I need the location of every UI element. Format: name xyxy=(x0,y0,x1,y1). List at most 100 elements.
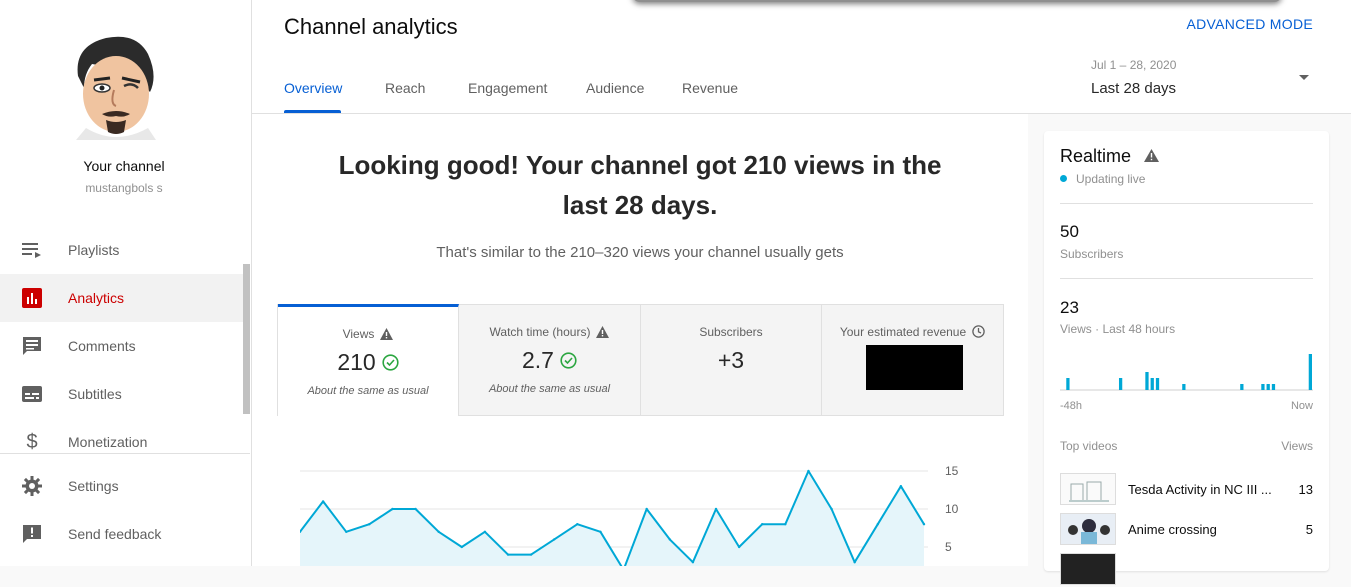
sidebar-item-label: Settings xyxy=(68,478,119,494)
metric-card-watch-time[interactable]: Watch time (hours) 2.7 About the same as… xyxy=(459,305,641,415)
tab-revenue[interactable]: Revenue xyxy=(682,80,738,96)
sidebar-item-settings[interactable]: Settings xyxy=(0,462,248,510)
realtime-bar xyxy=(1240,384,1244,390)
realtime-bar xyxy=(1266,384,1270,390)
realtime-subscribers-value: 50 xyxy=(1060,222,1079,241)
clock-icon xyxy=(972,325,985,338)
top-video-row[interactable]: Anime crossing 5 xyxy=(1060,513,1313,547)
avatar[interactable] xyxy=(66,28,166,140)
overview-headline: Looking good! Your channel got 210 views… xyxy=(338,150,942,220)
metric-note: About the same as usual xyxy=(488,383,611,395)
sidebar-item-analytics[interactable]: Analytics xyxy=(0,274,248,322)
data-point xyxy=(414,507,417,511)
realtime-title: Realtime xyxy=(1060,146,1132,166)
data-point xyxy=(506,553,510,556)
data-point xyxy=(853,561,856,564)
realtime-views-label: Views · Last 48 hours xyxy=(1060,322,1176,336)
metric-title: Your estimated revenue xyxy=(839,325,967,339)
video-thumbnail[interactable] xyxy=(1060,473,1116,505)
data-point xyxy=(391,507,394,511)
sidebar-item-label: Comments xyxy=(68,338,136,354)
realtime-bar xyxy=(1261,384,1265,390)
realtime-bar xyxy=(1155,378,1160,390)
top-video-row[interactable]: Tesda Activity in NC III ... 13 xyxy=(1060,473,1313,507)
sidebar-item-monetization[interactable]: $ Monetization xyxy=(0,418,248,466)
y-tick-label: 5 xyxy=(945,540,952,554)
video-title[interactable]: Anime crossing xyxy=(1128,522,1278,537)
data-point xyxy=(576,523,579,526)
sidebar-item-label: Subtitles xyxy=(68,386,122,402)
data-point xyxy=(922,523,926,526)
metric-value: 210 xyxy=(337,349,376,375)
data-point xyxy=(668,538,671,541)
realtime-card: Realtime Updating live 50 Subscribers 23… xyxy=(1044,131,1329,585)
metric-note: About the same as usual xyxy=(307,385,429,397)
divider xyxy=(1060,278,1313,279)
metric-title: Watch time (hours) xyxy=(489,325,591,339)
overview-subline: That's similar to the 210–320 views your… xyxy=(436,244,844,261)
video-title[interactable]: Tesda Activity in NC III ... xyxy=(1128,482,1278,497)
data-point xyxy=(437,530,440,533)
realtime-bar xyxy=(1145,372,1149,390)
sidebar: Your channel mustangbols s Playlists Ana… xyxy=(0,0,252,566)
sidebar-item-send-feedback[interactable]: Send feedback xyxy=(0,510,248,558)
metric-card-views[interactable]: Views 210 About the same as usual xyxy=(278,304,459,416)
metric-cards: Views 210 About the same as usual Watch … xyxy=(277,304,1004,416)
axis-start-label: -48h xyxy=(1060,400,1083,412)
active-tab-indicator xyxy=(284,110,341,113)
realtime-bar xyxy=(1182,384,1186,390)
check-circle-icon xyxy=(560,352,577,369)
data-point xyxy=(876,523,879,526)
feedback-icon xyxy=(21,523,43,545)
data-point xyxy=(460,545,463,549)
analytics-header: Channel analytics ADVANCED MODE Overview… xyxy=(252,0,1351,114)
metric-card-revenue[interactable]: Your estimated revenue xyxy=(822,305,1003,415)
sidebar-item-label: Analytics xyxy=(68,290,125,306)
data-point xyxy=(599,530,602,533)
date-range[interactable]: Jul 1 – 28, 2020 xyxy=(1091,58,1176,72)
tab-reach[interactable]: Reach xyxy=(385,80,425,96)
top-video-row[interactable] xyxy=(1060,553,1313,587)
realtime-subscribers-label: Subscribers xyxy=(1060,247,1124,261)
live-status: Updating live xyxy=(1076,172,1146,186)
sidebar-item-playlists[interactable]: Playlists xyxy=(0,226,248,274)
metric-value: 2.7 xyxy=(522,347,554,373)
metric-card-subscribers[interactable]: Subscribers +3 xyxy=(641,305,822,415)
tab-overview[interactable]: Overview xyxy=(284,80,342,96)
chevron-down-icon[interactable] xyxy=(1299,75,1309,80)
date-period-select[interactable]: Last 28 days xyxy=(1091,80,1176,97)
advanced-mode-button[interactable]: ADVANCED MODE xyxy=(1186,16,1313,32)
views-column-heading: Views xyxy=(1281,439,1313,453)
sidebar-divider xyxy=(0,453,250,454)
data-point xyxy=(529,553,533,556)
metric-title: Views xyxy=(342,327,375,341)
sidebar-item-comments[interactable]: Comments xyxy=(0,322,248,370)
realtime-bar-chart[interactable] xyxy=(1060,349,1313,393)
sidebar-scrollbar[interactable] xyxy=(243,264,250,414)
data-point xyxy=(761,523,764,526)
data-point xyxy=(553,538,556,541)
realtime-bar xyxy=(1150,378,1154,390)
video-thumbnail[interactable] xyxy=(1060,553,1116,585)
tab-engagement[interactable]: Engagement xyxy=(468,80,547,96)
redacted-revenue-block xyxy=(866,345,963,390)
data-point xyxy=(807,469,810,473)
playlist-icon xyxy=(21,239,43,261)
warning-icon xyxy=(380,328,394,340)
sidebar-item-subtitles[interactable]: Subtitles xyxy=(0,370,248,418)
gear-icon xyxy=(21,475,43,497)
video-thumbnail[interactable] xyxy=(1060,513,1116,545)
video-views: 13 xyxy=(1298,482,1313,497)
sidebar-item-label: Monetization xyxy=(68,434,148,450)
warning-icon xyxy=(1144,149,1159,162)
y-tick-label: 10 xyxy=(945,502,959,516)
y-tick-label: 15 xyxy=(945,464,959,478)
realtime-views-value: 23 xyxy=(1060,298,1079,317)
tab-audience[interactable]: Audience xyxy=(586,80,644,96)
views-line-chart[interactable]: 15 10 5 xyxy=(300,459,980,566)
data-point xyxy=(345,530,348,533)
video-views: 5 xyxy=(1305,522,1313,537)
data-point xyxy=(691,561,695,564)
overview-panel: Looking good! Your channel got 210 views… xyxy=(252,114,1028,566)
page-title: Channel analytics xyxy=(284,14,458,39)
